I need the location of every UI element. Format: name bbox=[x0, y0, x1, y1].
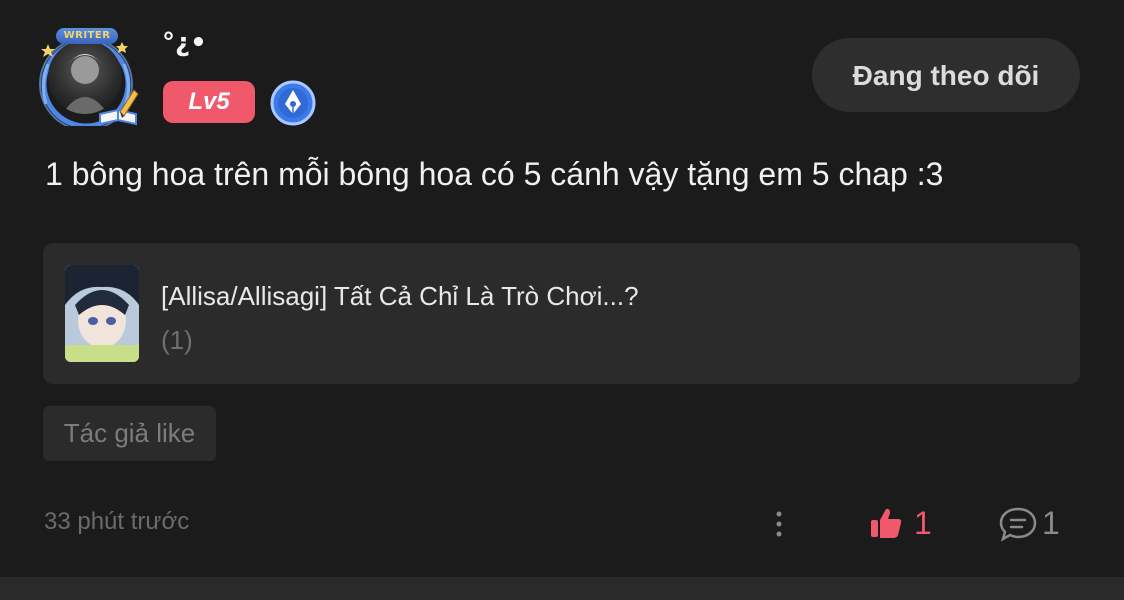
comment-count: 1 bbox=[1042, 505, 1060, 541]
story-title: [Allisa/Allisagi] Tất Cả Chỉ Là Trò Chơi… bbox=[161, 281, 639, 311]
story-cover-image bbox=[65, 265, 139, 362]
author-like-tag: Tác giả like bbox=[43, 406, 216, 461]
timestamp: 33 phút trước bbox=[44, 508, 190, 535]
following-button[interactable]: Đang theo dõi bbox=[812, 38, 1080, 112]
like-count: 1 bbox=[914, 505, 932, 541]
more-vertical-icon[interactable] bbox=[770, 508, 788, 540]
divider bbox=[0, 577, 1124, 600]
level-badge: Lv5 bbox=[163, 81, 255, 123]
pen-book-icon bbox=[99, 89, 139, 126]
comment-bubble-icon bbox=[999, 507, 1037, 542]
pen-nib-badge-icon bbox=[270, 80, 316, 126]
comment-card: WRITER °¿• Lv5 Đang theo dõi 1 bông hoa … bbox=[0, 0, 1124, 577]
story-link-card[interactable]: [Allisa/Allisagi] Tất Cả Chỉ Là Trò Chơi… bbox=[43, 243, 1080, 384]
thumbs-up-icon bbox=[871, 508, 902, 538]
writer-frame-label: WRITER bbox=[56, 28, 118, 44]
avatar[interactable]: WRITER bbox=[34, 28, 140, 128]
story-chapter-count: (1) bbox=[161, 325, 193, 355]
username[interactable]: °¿• bbox=[162, 28, 207, 58]
comment-text: 1 bông hoa trên mỗi bông hoa có 5 cánh v… bbox=[45, 156, 944, 192]
